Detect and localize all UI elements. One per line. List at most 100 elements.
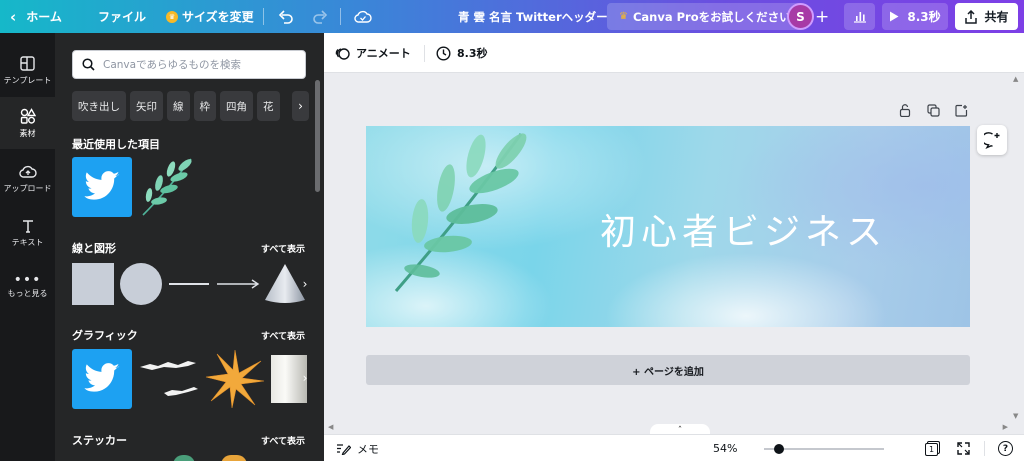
scroll-left-icon[interactable]: ◀ — [328, 423, 333, 431]
see-all-graphics[interactable]: すべて表示 — [261, 329, 305, 342]
home-label: ホーム — [26, 10, 62, 24]
chip-line[interactable]: 線 — [167, 91, 190, 121]
add-member-button[interactable]: + — [815, 0, 829, 33]
animate-button[interactable]: アニメート — [335, 33, 411, 73]
design-headline-text[interactable]: 初心者ビジネス — [600, 203, 887, 255]
shape-square[interactable] — [72, 263, 114, 305]
sticker-item[interactable] — [221, 455, 247, 461]
animate-icon — [335, 47, 350, 60]
sticker-item[interactable] — [173, 455, 195, 461]
rail-item-text[interactable]: テキスト — [0, 207, 55, 259]
zoom-percentage[interactable]: 54% — [713, 435, 737, 461]
share-button[interactable]: 共有 — [955, 3, 1018, 30]
shapes-next-button[interactable]: › — [299, 271, 311, 297]
new-page-icon — [954, 104, 967, 117]
graphic-twitter-logo[interactable] — [72, 349, 132, 409]
add-page-label: + ページを追加 — [632, 366, 704, 378]
shape-circle[interactable] — [120, 263, 162, 305]
present-button[interactable]: 8.3秒 — [882, 3, 948, 30]
scroll-right-icon[interactable]: ▶ — [1003, 423, 1008, 431]
search-input[interactable] — [103, 58, 293, 71]
resize-button[interactable]: ♛ サイズを変更 — [166, 0, 254, 33]
animate-label: アニメート — [356, 47, 411, 60]
chip-square[interactable]: 四角 — [220, 91, 253, 121]
avatar[interactable]: S — [787, 3, 814, 30]
twitter-bird-icon — [84, 171, 120, 200]
brush-stroke-icon — [140, 361, 198, 396]
try-pro-button[interactable]: ♛ Canva Proをお試しください — [607, 3, 803, 30]
home-button[interactable]: ‹ ホーム — [10, 0, 62, 33]
graphic-sparkle-star[interactable] — [205, 349, 265, 409]
chip-flower[interactable]: 花 — [257, 91, 280, 121]
template-icon — [20, 56, 35, 71]
lock-page-button[interactable] — [898, 103, 912, 117]
duplicate-page-button[interactable] — [926, 103, 940, 117]
rail-label: アップロード — [3, 184, 52, 193]
side-rail: テンプレート 素材 アップロード テキスト ••• もっと見る — [0, 33, 55, 461]
document-title-text: 青 雲 名言 Twitterヘッダー — [458, 9, 608, 24]
panel-scrollbar[interactable] — [315, 80, 320, 192]
design-page[interactable]: 初心者ビジネス — [366, 126, 970, 327]
page-grid-button[interactable]: 1 — [925, 435, 940, 461]
zoom-slider[interactable] — [764, 444, 884, 454]
rail-label: テンプレート — [3, 76, 52, 85]
scroll-down-icon[interactable]: ▼ — [1013, 412, 1018, 420]
file-menu-button[interactable]: ファイル — [98, 0, 146, 33]
canvas-area: 初心者ビジネス + ページを追加 — [324, 73, 1010, 422]
rail-item-more[interactable]: ••• もっと見る — [0, 261, 55, 313]
search-box[interactable] — [72, 50, 306, 79]
notes-label: メモ — [357, 442, 379, 456]
help-button[interactable]: ? — [998, 435, 1013, 461]
redo-icon — [313, 9, 328, 24]
see-all-stickers[interactable]: すべて表示 — [261, 434, 305, 447]
redo-button[interactable] — [312, 0, 328, 33]
graphic-torn-strokes[interactable] — [138, 353, 200, 403]
crown-icon: ♛ — [166, 10, 178, 23]
see-all-lines-shapes[interactable]: すべて表示 — [261, 242, 305, 255]
section-title-recent: 最近使用した項目 — [72, 138, 160, 151]
add-page-above-button[interactable] — [954, 103, 968, 117]
shape-line[interactable] — [169, 283, 209, 285]
notes-pen-icon — [337, 444, 351, 455]
graphics-next-button[interactable]: › — [299, 365, 311, 391]
timing-label: 8.3秒 — [457, 47, 488, 60]
fullscreen-button[interactable] — [957, 435, 970, 461]
add-page-button[interactable]: + ページを追加 — [366, 355, 970, 385]
file-label: ファイル — [98, 10, 147, 24]
section-title-stickers: ステッカー — [72, 434, 127, 447]
bar-chart-icon — [853, 12, 866, 23]
rail-item-elements[interactable]: 素材 — [0, 97, 55, 149]
divider — [424, 45, 425, 62]
notes-button[interactable]: メモ — [336, 435, 379, 461]
add-comment-button[interactable] — [977, 125, 1007, 155]
help-icon: ? — [998, 441, 1013, 456]
crown-icon: ♛ — [619, 11, 628, 22]
leaf-branch-icon — [142, 158, 192, 216]
try-pro-label: Canva Proをお試しください — [632, 9, 791, 24]
chip-frame[interactable]: 枠 — [193, 91, 216, 121]
cloud-save-button[interactable] — [354, 0, 372, 33]
divider — [984, 441, 985, 456]
shape-arrow-line[interactable] — [216, 277, 260, 291]
section-title-lines-shapes: 線と図形 — [72, 242, 116, 255]
cloud-upload-icon — [18, 165, 37, 178]
avatar-initial: S — [796, 9, 805, 24]
insights-button[interactable] — [844, 3, 875, 30]
vertical-scrollbar[interactable]: ▲ ▼ — [1010, 73, 1024, 422]
scroll-up-icon[interactable]: ▲ — [1013, 75, 1018, 83]
rail-item-templates[interactable]: テンプレート — [0, 45, 55, 97]
document-title[interactable]: 青 雲 名言 Twitterヘッダー — [458, 0, 608, 33]
shapes-icon — [20, 107, 36, 124]
rail-item-uploads[interactable]: アップロード — [0, 153, 55, 205]
chips-next-button[interactable]: › — [292, 91, 309, 121]
undo-button[interactable] — [278, 0, 294, 33]
zoom-slider-handle[interactable] — [773, 444, 784, 454]
chip-speech-bubble[interactable]: 吹き出し — [72, 91, 126, 121]
recent-item-leaf-branch[interactable] — [139, 155, 197, 219]
timing-button[interactable]: 8.3秒 — [436, 33, 488, 73]
chip-arrow[interactable]: 矢印 — [130, 91, 163, 121]
divider — [263, 8, 264, 25]
share-icon — [965, 9, 978, 24]
leaf-branch-graphic[interactable] — [376, 126, 536, 306]
recent-item-twitter-logo[interactable] — [72, 157, 132, 217]
